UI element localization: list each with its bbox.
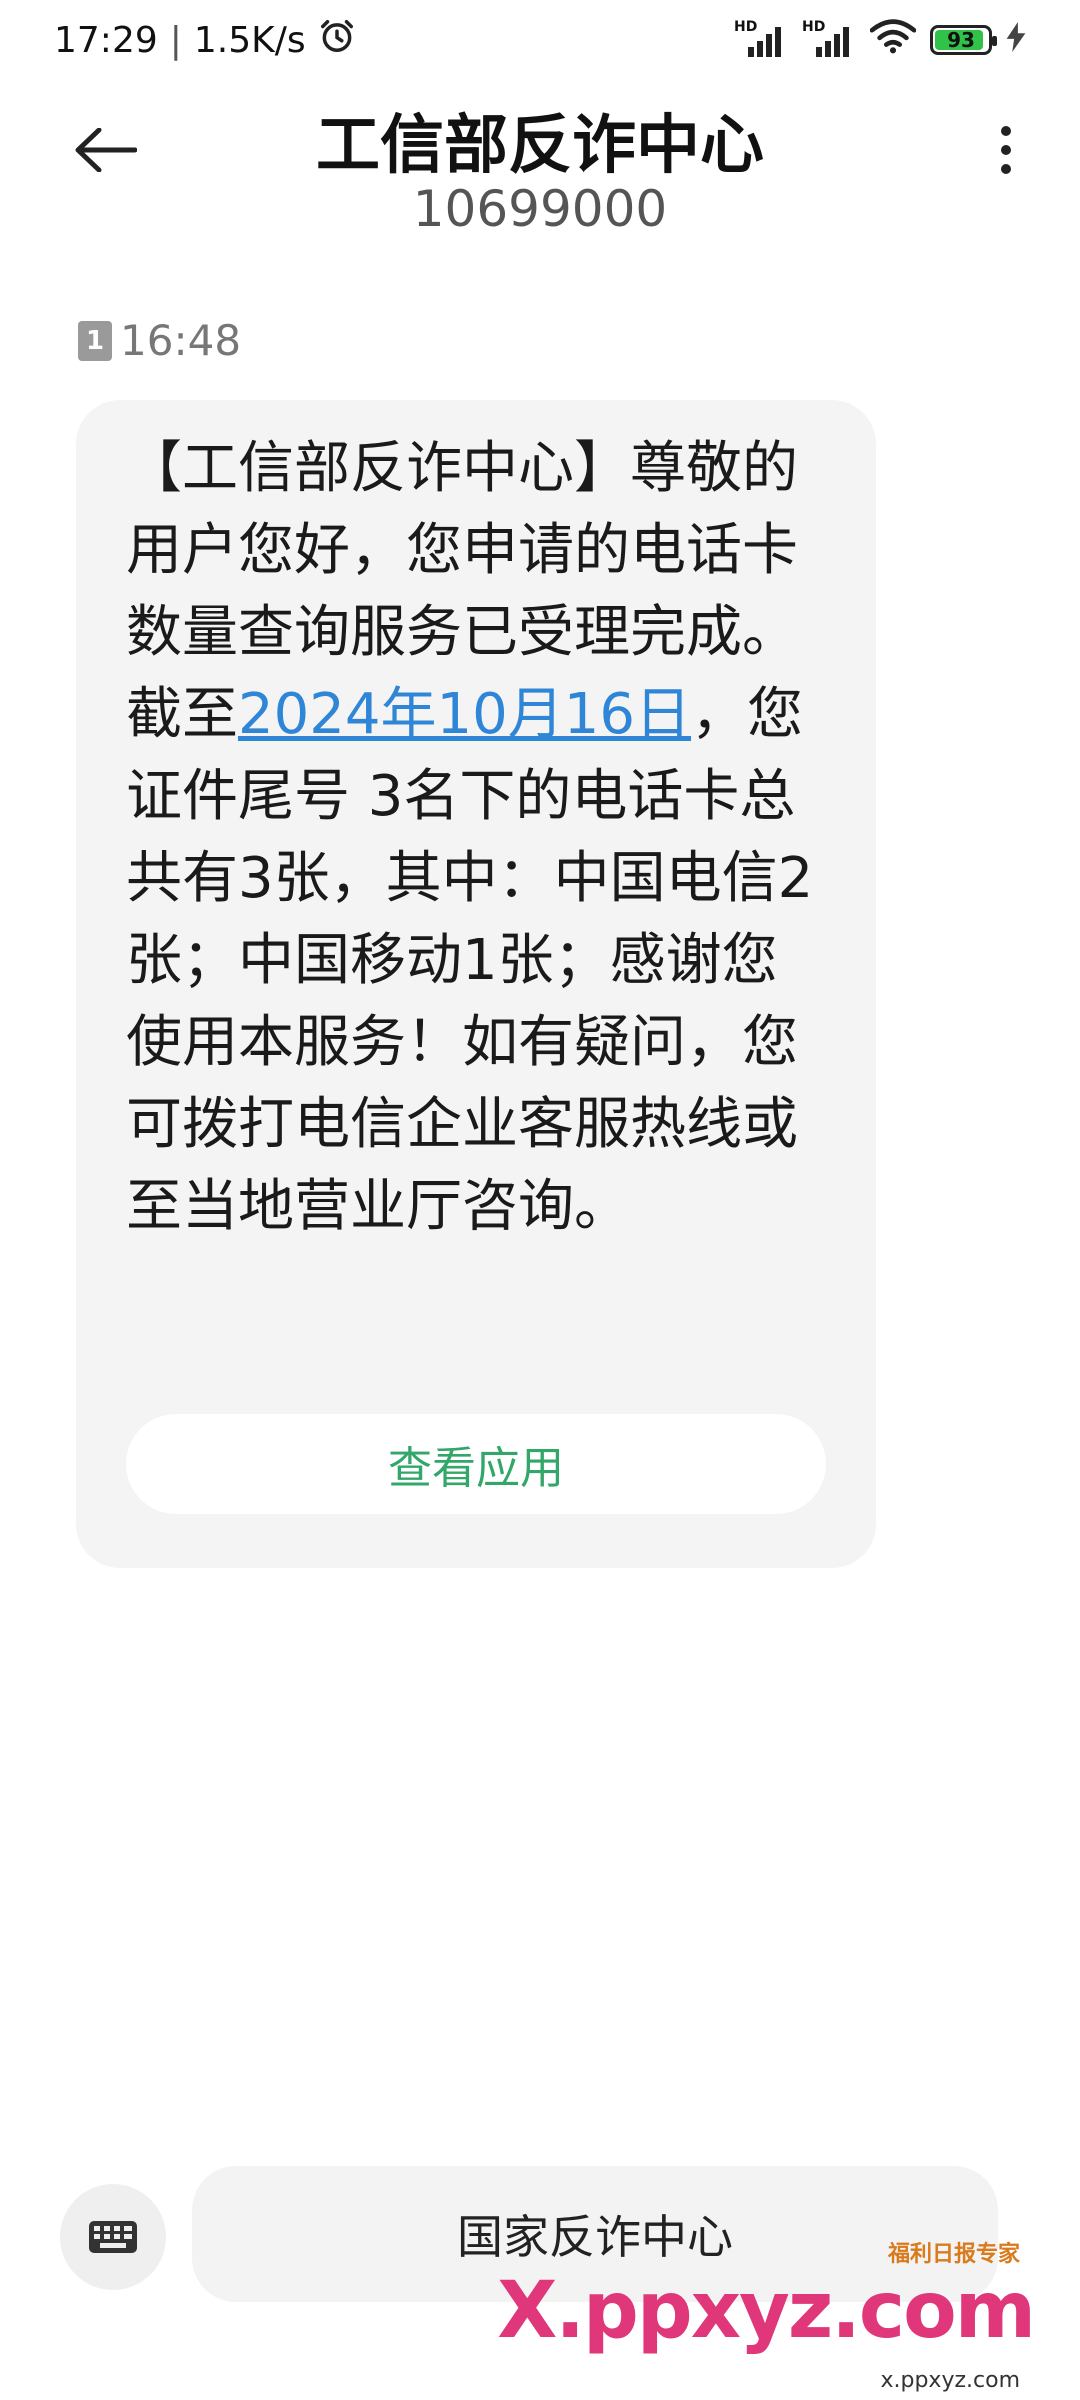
status-divider: |: [169, 19, 182, 61]
message-time: 16:48: [120, 316, 242, 365]
message-timestamp: 1 16:48: [78, 316, 241, 365]
watermark-badge: 福利日报专家: [887, 2242, 1020, 2267]
network-speed: 1.5K/s: [193, 19, 306, 61]
contact-number: 10699000: [412, 180, 668, 238]
signal-2-icon: HD: [802, 19, 856, 57]
status-left: 17:29 | 1.5K/s: [54, 17, 356, 64]
keyboard-toggle-button[interactable]: [60, 2184, 166, 2290]
alarm-clock-icon: [318, 17, 356, 64]
wifi-icon: [869, 18, 917, 63]
battery-icon: 93: [930, 25, 997, 55]
status-bar: 17:29 | 1.5K/s HD HD 93: [0, 0, 1080, 80]
message-text-after-link: ，您证件尾号 3名下的电话卡总共有3张，其中：中国电信2张；中国移动1张；感谢您…: [126, 682, 814, 1239]
signal-1-icon: HD: [734, 19, 788, 57]
message-bubble[interactable]: 【工信部反诈中心】尊敬的用户您好，您申请的电话卡数量查询服务已受理完成。截至20…: [76, 400, 876, 1568]
battery-cap: [992, 36, 997, 46]
battery-level: 93: [947, 28, 975, 52]
watermark-sub: x.ppxyz.com: [880, 2368, 1020, 2393]
sim-slot-badge: 1: [78, 320, 112, 361]
watermark-main: X.ppxyz.com: [497, 2266, 1036, 2356]
view-app-button[interactable]: 查看应用: [126, 1414, 826, 1514]
keyboard-icon: [89, 2221, 137, 2253]
date-link[interactable]: 2024年10月16日: [238, 682, 691, 747]
contact-name: 工信部反诈中心: [316, 109, 764, 183]
status-right: HD HD 93: [734, 18, 1026, 63]
more-options-button[interactable]: [976, 110, 1036, 190]
more-vertical-icon: [1001, 126, 1011, 174]
conversation-header: 工信部反诈中心 10699000: [0, 80, 1080, 260]
message-body: 【工信部反诈中心】尊敬的用户您好，您申请的电话卡数量查询服务已受理完成。截至20…: [126, 428, 816, 1248]
status-time: 17:29: [54, 19, 158, 61]
watermark: 福利日报专家 X.ppxyz.com x.ppxyz.com: [497, 2200, 1060, 2400]
charging-bolt-icon: [1006, 20, 1026, 61]
